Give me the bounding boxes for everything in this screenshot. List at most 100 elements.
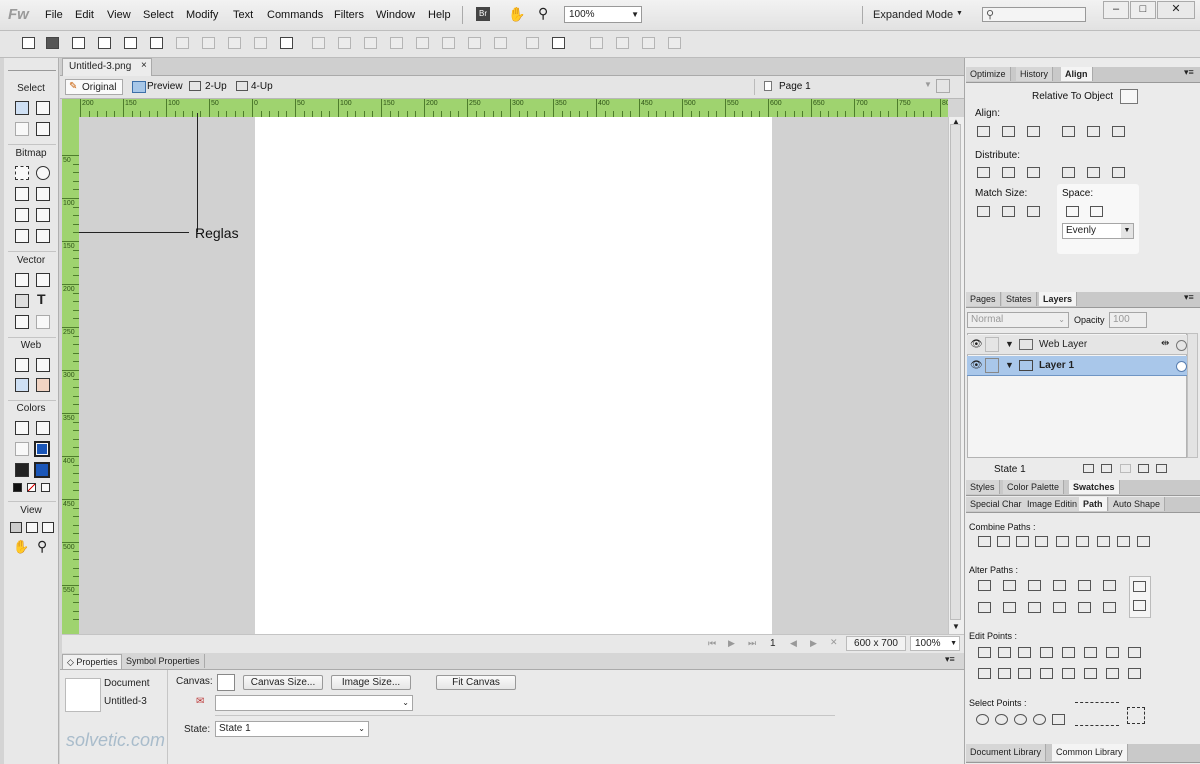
tab-symbol-properties[interactable]: Symbol Properties (122, 654, 205, 668)
distribute-top-icon[interactable] (977, 167, 990, 178)
tab-align[interactable]: Align (1061, 67, 1093, 81)
tab-styles[interactable]: Styles (966, 480, 1000, 494)
ungroup-icon[interactable] (338, 37, 351, 49)
view-preview-button[interactable]: Preview (147, 81, 183, 92)
send-backward-icon[interactable] (468, 37, 481, 49)
match-height-icon[interactable] (1002, 206, 1015, 217)
pencil-tool-icon[interactable] (15, 208, 29, 222)
close-tab-icon[interactable]: × (141, 60, 147, 71)
split-icon[interactable] (390, 37, 403, 49)
fill-color-swatch[interactable] (34, 462, 50, 478)
standard-screen-icon[interactable] (10, 522, 22, 533)
add-state-icon[interactable] (1083, 464, 1094, 473)
select-points-3-icon[interactable] (1014, 714, 1027, 725)
canvas-color-swatch[interactable] (217, 674, 235, 691)
color-profile-select[interactable]: ⌄ (215, 695, 413, 711)
match-width-icon[interactable] (977, 206, 990, 217)
tab-auto-shapes[interactable]: Auto Shape (1109, 497, 1166, 511)
minimize-button[interactable]: – (1103, 1, 1129, 19)
menu-filters[interactable]: Filters (334, 9, 364, 21)
delete-layer-icon[interactable] (1156, 464, 1167, 473)
rotate-cw-icon[interactable] (616, 37, 629, 49)
alter-inset-icon[interactable] (1053, 580, 1066, 591)
menu-text[interactable]: Text (233, 9, 253, 21)
combine-punch-icon[interactable] (1016, 536, 1029, 547)
edit-point-12-icon[interactable] (1040, 668, 1053, 679)
edit-point-11-icon[interactable] (1018, 668, 1031, 679)
view-4up-button[interactable]: 4-Up (251, 81, 273, 92)
canvas-size-button[interactable]: Canvas Size... (243, 675, 323, 690)
combine-split-icon[interactable] (1076, 536, 1089, 547)
paste-icon[interactable] (280, 37, 293, 49)
combine-exclude-icon[interactable] (1097, 536, 1110, 547)
layers-scrollbar[interactable] (1187, 333, 1198, 458)
edit-point-4-icon[interactable] (1040, 647, 1053, 658)
open-icon[interactable] (72, 37, 85, 49)
align-menu-icon[interactable] (552, 37, 565, 49)
stroke-color-swatch[interactable] (34, 441, 50, 457)
horizontal-ruler[interactable]: 200 150 100 50 0 50 100 150 200 250 300 350 400 450 50… (62, 99, 948, 118)
new-file-icon[interactable] (22, 37, 35, 49)
combine-intersect-icon[interactable] (997, 536, 1010, 547)
alter-reverse-icon[interactable] (1103, 580, 1116, 591)
rectangle-tool-icon[interactable] (15, 294, 29, 308)
maximize-button[interactable]: □ (1130, 1, 1156, 19)
no-color-icon[interactable] (27, 483, 36, 492)
tab-image-editing[interactable]: Image Editin (1023, 497, 1083, 511)
alter-transform-icon[interactable] (1103, 602, 1116, 613)
search-input[interactable]: ⚲ (982, 7, 1086, 22)
next-frame-icon[interactable]: ▶ (810, 638, 817, 649)
freeform-tool-icon[interactable] (15, 315, 29, 329)
eyedropper-tool-icon[interactable] (15, 421, 29, 435)
alter-fillet-icon[interactable] (1078, 580, 1091, 591)
panel-menu-icon[interactable]: ▾≡ (1184, 67, 1194, 78)
edit-point-13-icon[interactable] (1062, 668, 1075, 679)
blur-tool-icon[interactable] (15, 229, 29, 243)
tab-common-library[interactable]: Common Library (1052, 744, 1128, 761)
zoom-select[interactable]: 100% ▼ (564, 6, 642, 23)
alter-expand-icon[interactable] (1028, 580, 1041, 591)
send-back-icon[interactable] (494, 37, 507, 49)
select-points-5-icon[interactable] (1052, 714, 1065, 725)
copy-icon[interactable] (254, 37, 267, 49)
add-mask-icon[interactable] (1120, 464, 1131, 473)
text-tool-icon[interactable]: T (37, 291, 46, 307)
knife-tool-icon[interactable] (36, 315, 50, 329)
hand-icon[interactable]: ✋ (508, 6, 525, 23)
select-points-4-icon[interactable] (1033, 714, 1046, 725)
combine-union-icon[interactable] (978, 536, 991, 547)
align-center-v-icon[interactable] (1087, 126, 1100, 137)
scale-tool-icon[interactable] (15, 122, 29, 136)
cut-icon[interactable] (228, 37, 241, 49)
join-icon[interactable] (364, 37, 377, 49)
pointer-tool-icon[interactable] (15, 101, 29, 115)
tab-properties[interactable]: ◇ Properties (62, 654, 123, 669)
group-icon[interactable] (312, 37, 325, 49)
bring-front-icon[interactable] (416, 37, 429, 49)
tab-special-characters[interactable]: Special Char (966, 497, 1027, 511)
distribute-right-icon[interactable] (1112, 167, 1125, 178)
first-frame-icon[interactable]: ⏮ (708, 638, 716, 649)
document-canvas[interactable] (255, 117, 772, 634)
tab-swatches[interactable]: Swatches (1069, 480, 1120, 494)
menu-view[interactable]: View (107, 9, 131, 21)
expand-icon[interactable]: ▼ (1005, 339, 1014, 349)
layer-row[interactable]: 👁 ▼ Web Layer ⇹ (967, 335, 1187, 355)
document-tab[interactable]: Untitled-3.png × (62, 58, 152, 76)
hand-tool-icon[interactable]: ✋ (13, 539, 29, 555)
select-points-1-icon[interactable] (976, 714, 989, 725)
select-points-box-icon[interactable] (1127, 707, 1145, 724)
edit-point-15-icon[interactable] (1106, 668, 1119, 679)
full-screen-icon[interactable] (42, 522, 54, 533)
eye-icon[interactable]: 👁 (970, 360, 983, 371)
play-icon[interactable]: ▶ (728, 638, 735, 649)
alter-outline-icon[interactable] (978, 602, 991, 613)
stop-icon[interactable]: ✕ (830, 637, 838, 648)
edit-point-9-icon[interactable] (978, 668, 991, 679)
default-colors-icon[interactable] (13, 483, 22, 492)
paint-bucket-tool-icon[interactable] (36, 421, 50, 435)
export-icon[interactable] (124, 37, 137, 49)
brush-tool-icon[interactable] (36, 187, 50, 201)
space-select[interactable]: Evenly ▼ (1062, 223, 1134, 239)
path-copy-icon[interactable] (1133, 600, 1146, 611)
